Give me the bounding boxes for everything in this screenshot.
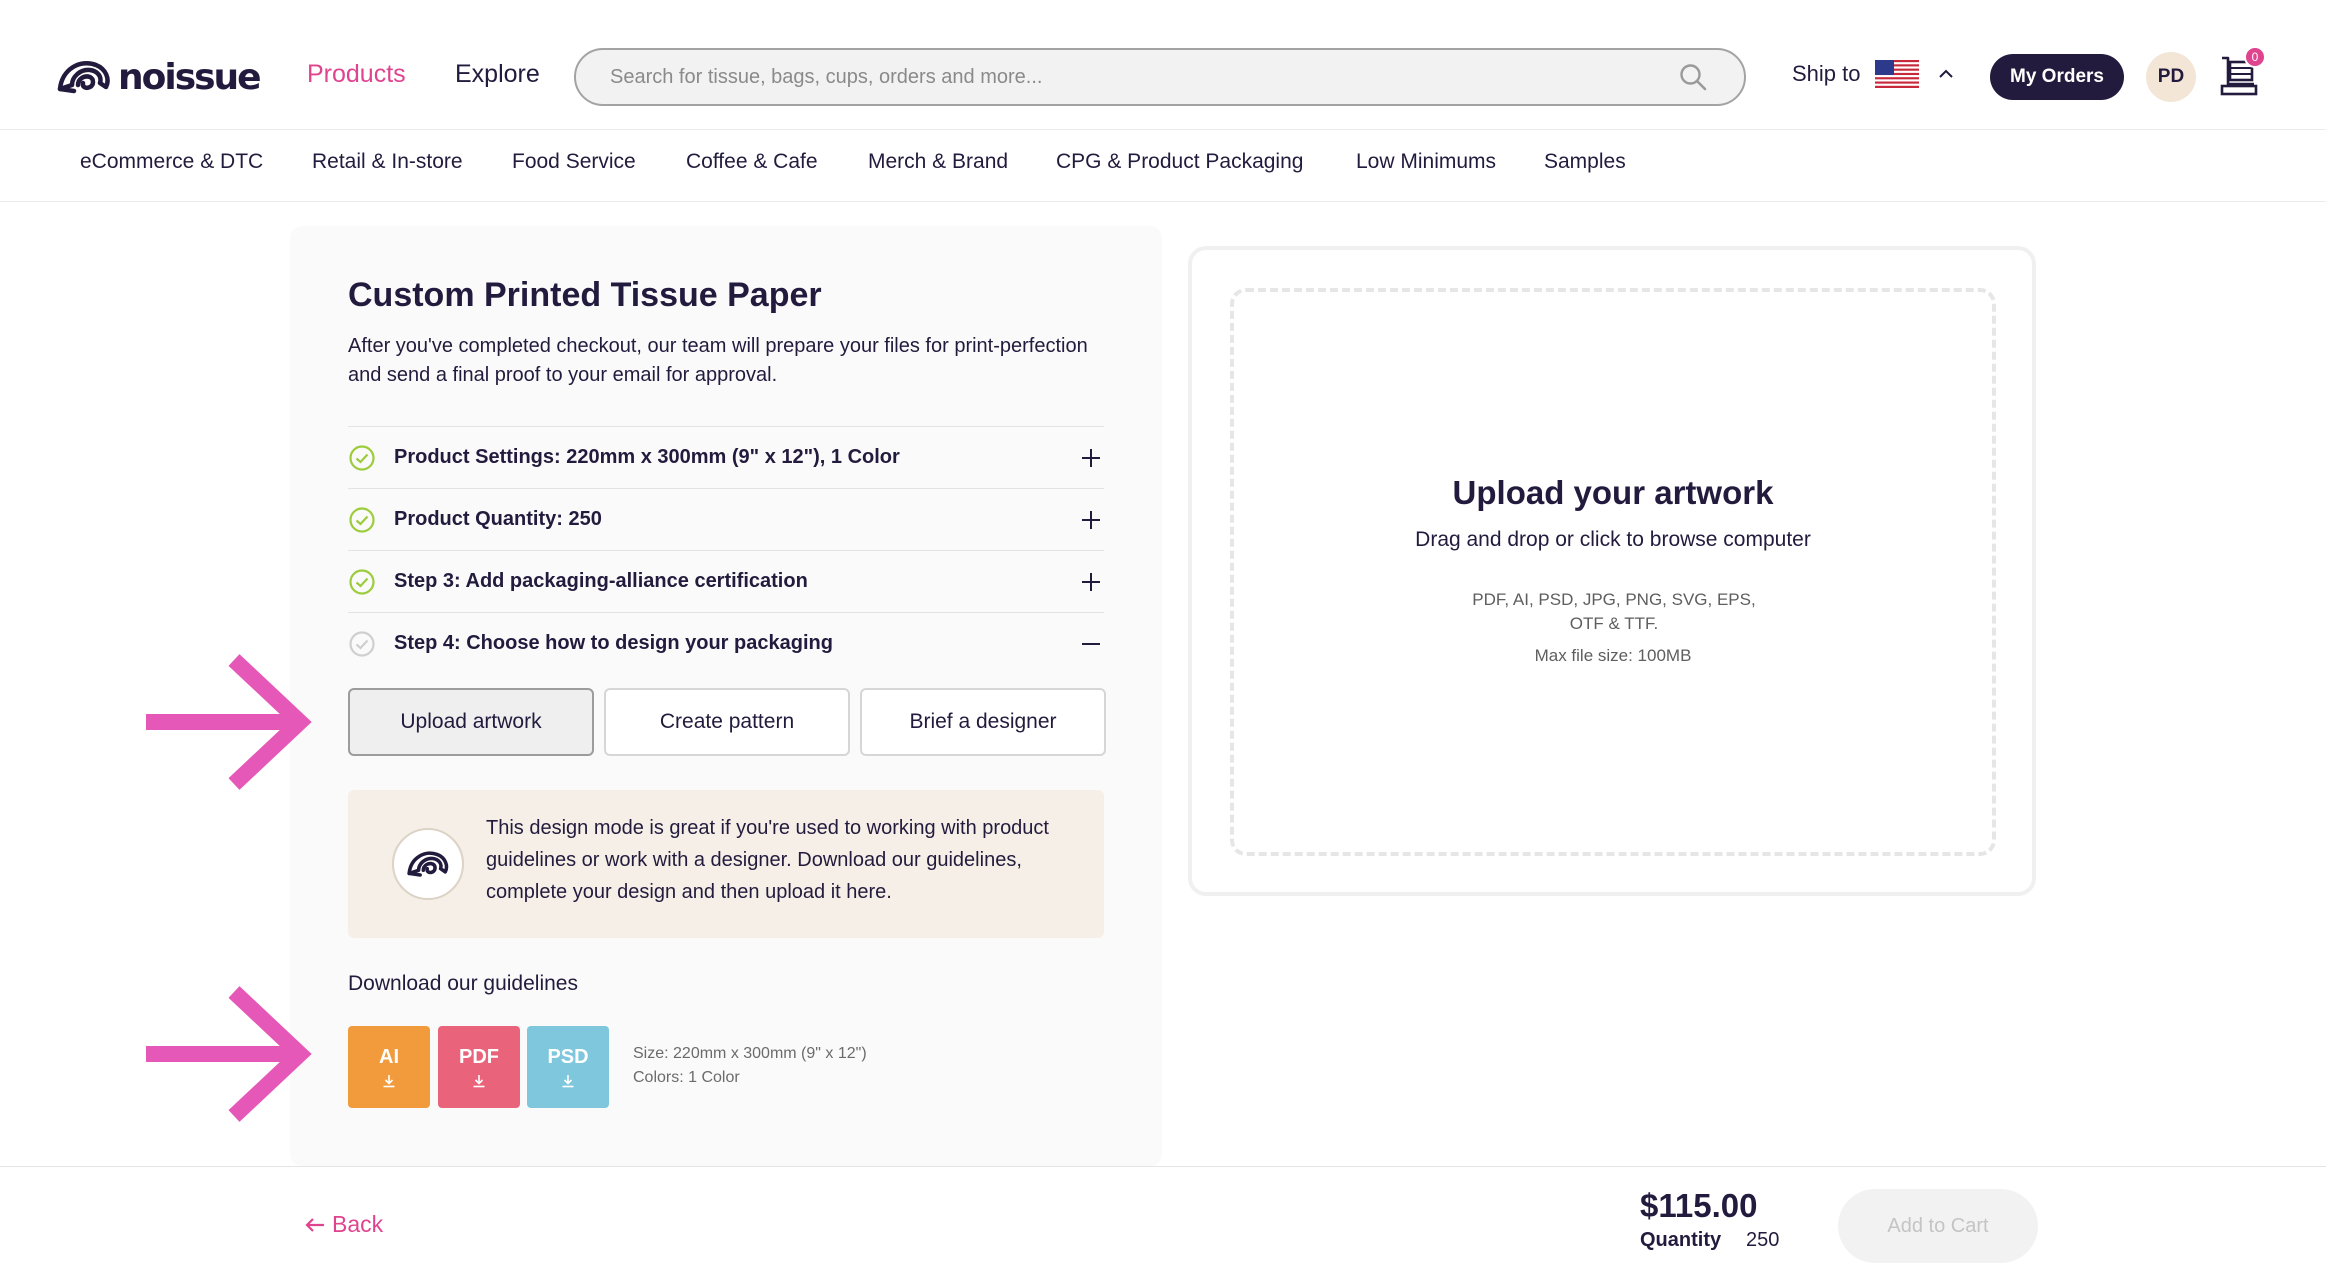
noissue-logo-icon <box>392 828 464 900</box>
quantity-label: Quantity <box>1640 1229 1722 1251</box>
category-cpg-product-packaging[interactable]: CPG & Product Packaging <box>1056 150 1303 174</box>
quantity-value: 250 <box>1746 1229 1780 1251</box>
checkout-footer: Back $115.00 Quantity 250 Add to Cart <box>0 1166 2326 1282</box>
category-ecommerce-dtc[interactable]: eCommerce & DTC <box>80 150 263 174</box>
step-label: Product Settings: 220mm x 300mm (9" x 12… <box>394 446 900 468</box>
check-circle-icon <box>349 444 375 471</box>
noissue-logo[interactable]: noissue <box>56 50 262 104</box>
total-price: $115.00 <box>1640 1187 1758 1224</box>
avatar[interactable]: PD <box>2146 52 2196 102</box>
chevron-up-icon[interactable] <box>1937 65 1955 83</box>
download-pdf-button[interactable]: PDF <box>438 1026 520 1108</box>
page-title: Custom Printed Tissue Paper <box>348 276 822 314</box>
plus-icon[interactable] <box>1078 569 1104 595</box>
guideline-size: Size: 220mm x 300mm (9" x 12") <box>633 1045 867 1062</box>
artwork-upload-card: Upload your artwork Drag and drop or cli… <box>1188 246 2036 896</box>
noissue-logo-icon <box>56 55 112 99</box>
step-design-method[interactable]: Step 4: Choose how to design your packag… <box>348 612 1104 674</box>
accepted-formats: PDF, AI, PSD, JPG, PNG, SVG, EPS, OTF & … <box>1472 590 1756 633</box>
design-configurator-panel: Custom Printed Tissue Paper After you've… <box>290 226 1162 1166</box>
plus-icon[interactable] <box>1078 445 1104 471</box>
check-circle-icon <box>349 506 375 533</box>
step-label: Step 3: Add packaging-alliance certifica… <box>394 570 808 592</box>
search-bar <box>574 48 1746 106</box>
download-icon <box>473 1074 485 1087</box>
site-header: noissue Products Explore Ship to M <box>0 0 2326 130</box>
arrow-left-icon <box>305 1217 324 1232</box>
upload-artwork-button[interactable]: Upload artwork <box>348 688 594 756</box>
back-link[interactable]: Back <box>304 1211 383 1238</box>
ship-to-selector[interactable]: Ship to <box>1792 60 1955 88</box>
category-coffee-cafe[interactable]: Coffee & Cafe <box>686 150 818 174</box>
upload-title: Upload your artwork <box>1452 474 1774 511</box>
plus-icon[interactable] <box>1078 507 1104 533</box>
brief-designer-button[interactable]: Brief a designer <box>860 688 1106 756</box>
download-ai-label: AI <box>379 1045 399 1068</box>
add-to-cart-button[interactable]: Add to Cart <box>1838 1189 2038 1263</box>
guideline-colors: Colors: 1 Color <box>633 1069 740 1086</box>
nav-explore[interactable]: Explore <box>455 60 540 89</box>
back-label: Back <box>332 1211 384 1237</box>
annotation-arrow-icon <box>146 986 312 1122</box>
annotation-arrow-icon <box>146 654 312 790</box>
category-nav: eCommerce & DTC Retail & In-store Food S… <box>0 130 2326 202</box>
upload-subtitle: Drag and drop or click to browse compute… <box>1415 528 1811 551</box>
ship-to-label: Ship to <box>1792 61 1861 86</box>
info-text: This design mode is great if you're used… <box>486 817 1049 903</box>
us-flag-icon <box>1874 60 1919 88</box>
check-circle-icon <box>349 568 375 595</box>
download-psd-label: PSD <box>547 1045 589 1068</box>
download-psd-button[interactable]: PSD <box>527 1026 609 1108</box>
max-file-size: Max file size: 100MB <box>1534 646 1692 665</box>
intro-text: After you've completed checkout, our tea… <box>348 335 1088 386</box>
download-pdf-label: PDF <box>459 1045 499 1068</box>
guideline-details: Size: 220mm x 300mm (9" x 12") Colors: 1… <box>633 1042 867 1090</box>
download-icon <box>562 1074 574 1087</box>
category-merch-brand[interactable]: Merch & Brand <box>868 150 1008 174</box>
download-ai-button[interactable]: AI <box>348 1026 430 1108</box>
create-pattern-button[interactable]: Create pattern <box>604 688 850 756</box>
search-icon[interactable] <box>1676 60 1710 94</box>
minus-icon[interactable] <box>1078 631 1104 657</box>
step-label: Product Quantity: 250 <box>394 508 602 530</box>
step-product-settings[interactable]: Product Settings: 220mm x 300mm (9" x 12… <box>348 426 1104 488</box>
category-low-minimums[interactable]: Low Minimums <box>1356 150 1496 174</box>
category-samples[interactable]: Samples <box>1544 150 1626 174</box>
category-retail-in-store[interactable]: Retail & In-store <box>312 150 463 174</box>
cart-count-badge: 0 <box>2244 46 2266 68</box>
nav-products[interactable]: Products <box>307 60 406 89</box>
design-mode-info: This design mode is great if you're used… <box>348 790 1104 938</box>
category-food-service[interactable]: Food Service <box>512 150 636 174</box>
search-input[interactable] <box>610 65 1676 89</box>
check-circle-pending-icon <box>349 630 375 657</box>
step-product-quantity[interactable]: Product Quantity: 250 <box>348 488 1104 550</box>
step-label: Step 4: Choose how to design your packag… <box>394 632 833 654</box>
cart-button[interactable]: 0 <box>2216 46 2266 102</box>
logo-wordmark: noissue <box>118 56 262 98</box>
guidelines-title: Download our guidelines <box>348 972 578 995</box>
step-certification[interactable]: Step 3: Add packaging-alliance certifica… <box>348 550 1104 612</box>
download-icon <box>383 1074 395 1087</box>
my-orders-button[interactable]: My Orders <box>1990 54 2124 100</box>
artwork-dropzone[interactable]: Upload your artwork Drag and drop or cli… <box>1230 288 1996 856</box>
